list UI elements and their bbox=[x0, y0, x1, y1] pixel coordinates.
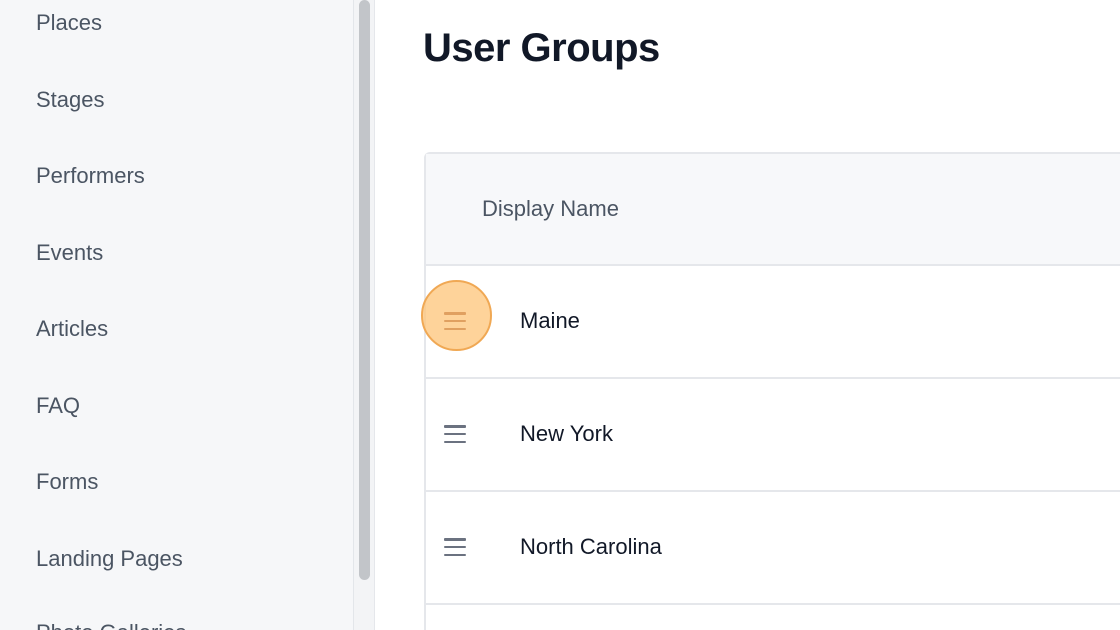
table-header: Display Name bbox=[426, 154, 1120, 266]
row-display-name[interactable]: New York bbox=[520, 421, 613, 447]
column-header-display-name[interactable]: Display Name bbox=[482, 196, 619, 222]
sidebar-item-stages[interactable]: Stages bbox=[36, 87, 105, 113]
sidebar-item-faq[interactable]: FAQ bbox=[36, 393, 80, 419]
sidebar-scrollbar-thumb[interactable] bbox=[359, 0, 370, 580]
drag-handle-icon[interactable] bbox=[444, 425, 466, 443]
sidebar: Places Stages Performers Events Articles… bbox=[0, 0, 354, 630]
row-display-name[interactable]: Maine bbox=[520, 308, 580, 334]
sidebar-item-places[interactable]: Places bbox=[36, 10, 102, 36]
sidebar-item-performers[interactable]: Performers bbox=[36, 163, 145, 189]
table-row[interactable]: Maine bbox=[421, 266, 1120, 379]
page-title: User Groups bbox=[423, 26, 660, 70]
sidebar-scrollbar[interactable] bbox=[354, 0, 375, 630]
row-display-name[interactable]: North Carolina bbox=[520, 534, 662, 560]
drag-handle-icon[interactable] bbox=[444, 312, 466, 330]
table-row[interactable]: New York bbox=[426, 379, 1120, 492]
sidebar-item-articles[interactable]: Articles bbox=[36, 316, 108, 342]
user-groups-table: Display Name Maine New York North Caroli… bbox=[421, 152, 1120, 630]
table-row[interactable]: North Carolina bbox=[426, 492, 1120, 605]
drag-handle-icon[interactable] bbox=[444, 538, 466, 556]
sidebar-item-forms[interactable]: Forms bbox=[36, 469, 98, 495]
sidebar-item-photo-galleries[interactable]: Photo Galleries bbox=[36, 620, 186, 630]
sidebar-item-events[interactable]: Events bbox=[36, 240, 103, 266]
sidebar-item-landing-pages[interactable]: Landing Pages bbox=[36, 546, 183, 572]
